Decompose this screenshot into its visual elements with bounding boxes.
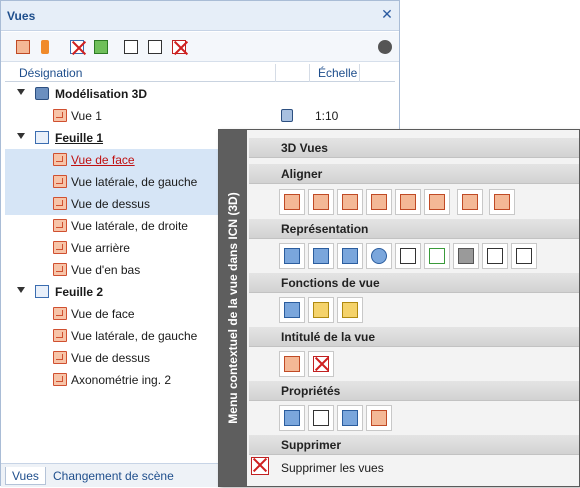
- section-properties: Propriétés: [249, 381, 579, 401]
- lock-view-icon[interactable]: [308, 297, 334, 323]
- quality-icon[interactable]: [482, 243, 508, 269]
- view-update-icon[interactable]: [337, 297, 363, 323]
- view-function-icon[interactable]: [279, 297, 305, 323]
- collapse-arrow-icon[interactable]: [17, 287, 25, 293]
- refresh-view-icon[interactable]: [91, 37, 111, 57]
- view-cube-icon: [53, 153, 67, 166]
- view-cube-icon: [53, 109, 67, 122]
- model-3d-icon: [35, 87, 49, 100]
- scale-value: 1:10: [315, 109, 339, 123]
- view-cube-icon: [53, 351, 67, 364]
- arrow-down-icon[interactable]: [35, 37, 55, 57]
- remove-title-icon[interactable]: [308, 351, 334, 377]
- view-frame-icon[interactable]: [67, 37, 87, 57]
- view-cube-icon: [53, 241, 67, 254]
- new-view-icon[interactable]: [13, 37, 33, 57]
- 3d-view-type-icon: [281, 109, 293, 122]
- view-cube-icon: [53, 329, 67, 342]
- tab-views[interactable]: Vues: [5, 467, 46, 485]
- hidden-lines-icon[interactable]: [424, 243, 450, 269]
- panel-toolbar: [1, 32, 399, 62]
- delete-views-icon[interactable]: [251, 457, 269, 475]
- distribute-horizontal-icon[interactable]: [457, 189, 483, 215]
- tree-row-view1[interactable]: Vue 1 1:10: [5, 105, 395, 127]
- sheet-icon: [35, 131, 49, 144]
- sort-up-icon[interactable]: [121, 37, 141, 57]
- align-right-icon[interactable]: [308, 189, 334, 215]
- collapse-arrow-icon[interactable]: [17, 133, 25, 139]
- scale-properties-icon[interactable]: [279, 405, 305, 431]
- align-top-icon[interactable]: [366, 189, 392, 215]
- distribute-vertical-icon[interactable]: [489, 189, 515, 215]
- align-left-icon[interactable]: [279, 189, 305, 215]
- view-cube-icon: [53, 219, 67, 232]
- sort-down-icon[interactable]: [145, 37, 165, 57]
- grey-shaded-icon[interactable]: [453, 243, 479, 269]
- context-menu-vertical-title: Menu contextuel de la vue dans ICN (3D): [226, 192, 240, 424]
- shaded-edges-icon[interactable]: [308, 243, 334, 269]
- section-align: Aligner: [249, 164, 579, 184]
- section-delete: Supprimer: [249, 435, 579, 455]
- shaded-icon[interactable]: [279, 243, 305, 269]
- designation-column-header[interactable]: Désignation: [19, 66, 82, 80]
- section-view-functions: Fonctions de vue: [249, 273, 579, 293]
- align-vertical-center-icon[interactable]: [424, 189, 450, 215]
- add-title-icon[interactable]: [279, 351, 305, 377]
- delete-views-item[interactable]: Supprimer les vues: [281, 461, 384, 475]
- shaded-blue-icon[interactable]: [337, 243, 363, 269]
- view-cube-icon: [53, 197, 67, 210]
- context-menu: Menu contextuel de la vue dans ICN (3D) …: [218, 129, 580, 487]
- view-cube-icon: [53, 373, 67, 386]
- tree-row-model[interactable]: Modélisation 3D: [5, 83, 395, 105]
- section-view-title: Intitulé de la vue: [249, 327, 579, 347]
- view-cube-icon: [53, 263, 67, 276]
- quality-alt-icon[interactable]: [511, 243, 537, 269]
- sphere-icon[interactable]: [366, 243, 392, 269]
- section-representation: Représentation: [249, 219, 579, 239]
- section-3d-views[interactable]: 3D Vues: [249, 138, 579, 158]
- collapse-arrow-icon[interactable]: [17, 89, 25, 95]
- view-cube-icon: [53, 307, 67, 320]
- view-settings-icon[interactable]: [308, 405, 334, 431]
- close-icon[interactable]: ✕: [379, 6, 395, 22]
- wireframe-icon[interactable]: [395, 243, 421, 269]
- gear-icon[interactable]: [375, 37, 395, 57]
- panel-title-bar: Vues ✕: [1, 1, 399, 31]
- view-cube-icon: [53, 175, 67, 188]
- panel-title: Vues: [7, 9, 36, 23]
- pattern-properties-icon[interactable]: [337, 405, 363, 431]
- table-header: Désignation Échelle: [5, 64, 395, 82]
- clear-sort-icon[interactable]: [169, 37, 189, 57]
- sheet-icon: [35, 285, 49, 298]
- align-center-horizontal-icon[interactable]: [337, 189, 363, 215]
- section-properties-icon[interactable]: [366, 405, 392, 431]
- scale-column-header[interactable]: Échelle: [318, 66, 357, 80]
- tab-scene-change[interactable]: Changement de scène: [47, 467, 180, 485]
- align-bottom-icon[interactable]: [395, 189, 421, 215]
- context-menu-side-strip: Menu contextuel de la vue dans ICN (3D): [219, 130, 247, 486]
